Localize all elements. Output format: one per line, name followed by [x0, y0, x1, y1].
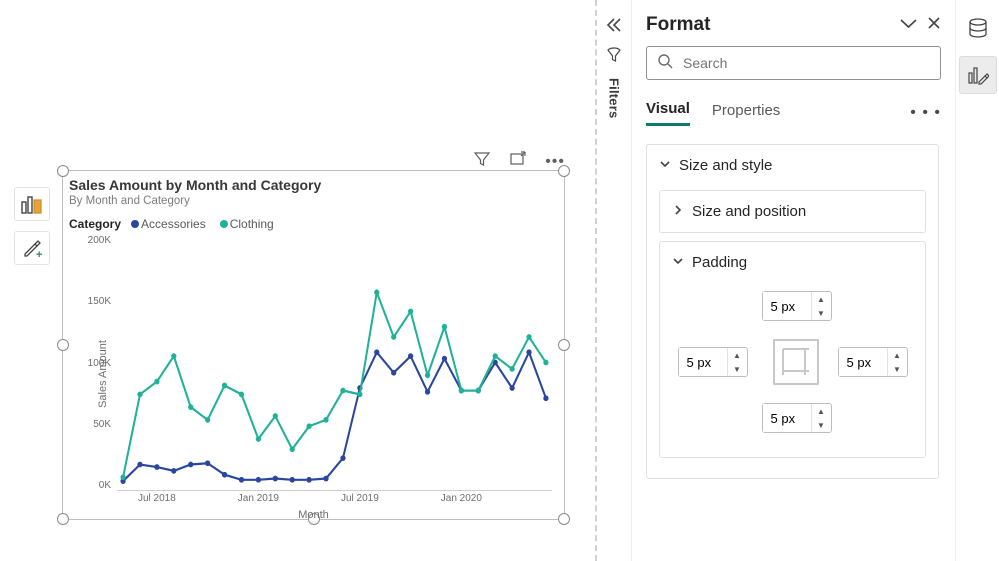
filters-collapsed-rail: Filters [597, 0, 631, 561]
card-size-and-style: Size and style Size and position Padding [646, 144, 939, 479]
close-pane-icon[interactable] [927, 16, 941, 35]
card-size-position: Size and position [659, 190, 926, 233]
spin-down-icon[interactable]: ▼ [812, 418, 831, 432]
card-title: Size and style [679, 157, 772, 174]
format-visual-button[interactable]: + [14, 231, 50, 265]
card-header-size-style[interactable]: Size and style [647, 145, 938, 186]
card-padding: Padding ▲▼ ▲▼ [659, 241, 926, 458]
format-pane: Format Visual Properties • • • [631, 0, 955, 561]
chart-title: Sales Amount by Month and Category [69, 177, 558, 193]
tab-properties[interactable]: Properties [712, 102, 780, 125]
x-axis-label: Month [298, 509, 329, 521]
padding-bottom-value[interactable] [763, 404, 811, 432]
plot-region[interactable] [117, 235, 552, 491]
y-tick: 200K [83, 235, 111, 246]
legend-item-accessories[interactable]: Accessories [131, 217, 206, 231]
padding-right-input[interactable]: ▲▼ [838, 347, 908, 377]
card-header-size-position[interactable]: Size and position [660, 191, 925, 232]
data-pane-button[interactable] [959, 10, 997, 48]
y-tick: 50K [83, 419, 111, 430]
format-pane-button[interactable] [959, 56, 997, 94]
card-title: Padding [692, 254, 747, 271]
build-visual-button[interactable] [14, 187, 50, 221]
tabs-more-icon[interactable]: • • • [910, 104, 941, 122]
spin-up-icon[interactable]: ▲ [728, 348, 747, 362]
chart-legend: Category Accessories Clothing [69, 217, 558, 231]
padding-controls: ▲▼ ▲▼ ▲▼ [678, 287, 908, 437]
resize-handle-tr[interactable] [558, 165, 570, 177]
spin-down-icon[interactable]: ▼ [888, 362, 907, 376]
resize-handle-tl[interactable] [57, 165, 69, 177]
spin-down-icon[interactable]: ▼ [812, 306, 831, 320]
search-icon [657, 53, 673, 74]
card-title: Size and position [692, 203, 806, 220]
collapse-pane-icon[interactable] [900, 16, 917, 35]
right-tool-rail [955, 0, 999, 561]
line-chart-visual[interactable]: Sales Amount by Month and Category By Mo… [69, 177, 558, 513]
y-tick: 100K [83, 358, 111, 369]
resize-handle-bl[interactable] [57, 513, 69, 525]
report-canvas[interactable]: + ••• Sales Amount by Month and Category… [0, 0, 595, 561]
x-tick: Jul 2018 [138, 493, 176, 504]
spin-up-icon[interactable]: ▲ [888, 348, 907, 362]
legend-item-clothing[interactable]: Clothing [220, 217, 274, 231]
spin-up-icon[interactable]: ▲ [812, 292, 831, 306]
x-tick: Jan 2019 [238, 493, 279, 504]
search-input[interactable] [681, 54, 930, 72]
spin-down-icon[interactable]: ▼ [728, 362, 747, 376]
legend-label: Clothing [230, 217, 274, 231]
resize-handle-mr[interactable] [558, 339, 570, 351]
y-tick: 150K [83, 296, 111, 307]
tab-visual[interactable]: Visual [646, 100, 690, 126]
pane-title: Format [646, 14, 900, 36]
padding-top-value[interactable] [763, 292, 811, 320]
filters-rail-label[interactable]: Filters [607, 78, 622, 118]
spin-up-icon[interactable]: ▲ [812, 404, 831, 418]
padding-left-value[interactable] [679, 348, 727, 376]
chart-subtitle: By Month and Category [69, 195, 558, 207]
filters-funnel-icon[interactable] [606, 47, 622, 68]
legend-swatch [131, 220, 139, 228]
x-tick: Jan 2020 [441, 493, 482, 504]
legend-title: Category [69, 217, 121, 231]
format-search[interactable] [646, 46, 941, 80]
visual-selection-frame[interactable]: Sales Amount by Month and Category By Mo… [62, 170, 565, 520]
padding-preview-box [773, 339, 819, 385]
x-axis-ticks: Jul 2018 Jan 2019 Jul 2019 Jan 2020 [117, 493, 552, 507]
y-tick: 0K [83, 480, 111, 491]
card-header-padding[interactable]: Padding [660, 242, 925, 283]
svg-text:+: + [36, 249, 42, 259]
format-tabs: Visual Properties • • • [646, 100, 941, 126]
chevron-right-icon [672, 203, 684, 220]
padding-top-input[interactable]: ▲▼ [762, 291, 832, 321]
resize-handle-br[interactable] [558, 513, 570, 525]
x-tick: Jul 2019 [341, 493, 379, 504]
padding-right-value[interactable] [839, 348, 887, 376]
y-axis-ticks: 200K 150K 100K 50K 0K [83, 235, 111, 491]
chevron-down-icon [672, 254, 684, 271]
expand-filters-icon[interactable] [605, 18, 623, 37]
visual-tools-rail: + [14, 187, 50, 265]
padding-bottom-input[interactable]: ▲▼ [762, 403, 832, 433]
padding-left-input[interactable]: ▲▼ [678, 347, 748, 377]
chevron-down-icon [659, 157, 671, 174]
legend-swatch [220, 220, 228, 228]
resize-handle-ml[interactable] [57, 339, 69, 351]
legend-label: Accessories [141, 217, 206, 231]
